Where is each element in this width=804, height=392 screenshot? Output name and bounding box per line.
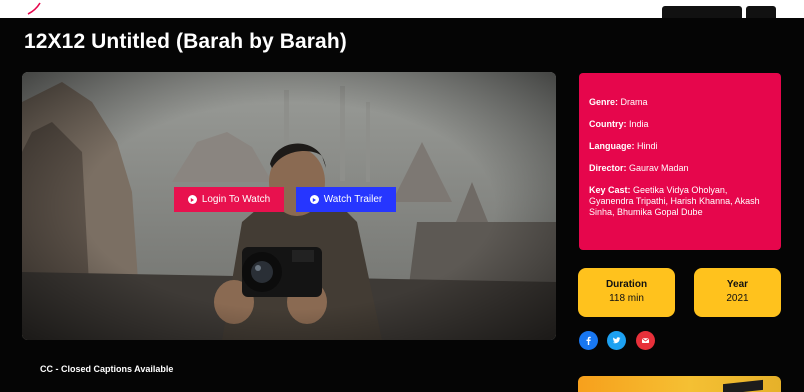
duration-label: Duration [605,279,648,290]
header-button[interactable] [662,6,742,18]
hero-image [22,72,556,340]
movie-poster [22,72,556,340]
share-email-button[interactable] [636,331,655,350]
promo-banner[interactable] [578,376,781,392]
detail-key-cast: Key Cast: Geetika Vidya Oholyan, Gyanend… [589,185,771,218]
trailer-button-label: Watch Trailer [323,194,383,205]
watch-trailer-button[interactable]: Watch Trailer [296,187,396,212]
closed-captions-note: CC - Closed Captions Available [40,364,174,374]
detail-label: Country: [589,119,627,129]
login-to-watch-button[interactable]: Login To Watch [174,187,284,212]
play-circle-icon [309,195,319,204]
share-twitter-button[interactable] [607,331,626,350]
detail-label: Key Cast: [589,185,631,195]
twitter-icon [612,337,621,344]
detail-label: Genre: [589,97,619,107]
header-menu-button[interactable] [746,6,776,18]
detail-label: Director: [589,163,627,173]
year-label: Year [726,279,749,290]
detail-country: Country: India [589,119,771,130]
detail-value: Drama [620,97,648,107]
promo-graphic [723,379,763,392]
share-facebook-button[interactable] [579,331,598,350]
duration-card: Duration 118 min [578,268,675,317]
year-card: Year 2021 [694,268,781,317]
facebook-icon [586,336,591,345]
duration-value: 118 min [609,293,644,304]
detail-value: India [629,119,649,129]
login-button-label: Login To Watch [201,194,271,205]
play-circle-icon [187,195,197,204]
site-header [0,0,804,18]
detail-genre: Genre: Drama [589,97,771,108]
page-title: 12X12 Untitled (Barah by Barah) [24,30,347,53]
detail-label: Language: [589,141,635,151]
year-value: 2021 [726,293,749,304]
detail-language: Language: Hindi [589,141,771,152]
detail-director: Director: Gaurav Madan [589,163,771,174]
mail-icon [641,338,650,343]
movie-detail-page: 12X12 Untitled (Barah by Barah) Login To… [0,0,804,392]
movie-details-panel: Genre: Drama Country: India Language: Hi… [579,73,781,250]
detail-value: Gaurav Madan [629,163,689,173]
brand-logo-icon[interactable] [26,2,42,16]
detail-value: Hindi [637,141,658,151]
